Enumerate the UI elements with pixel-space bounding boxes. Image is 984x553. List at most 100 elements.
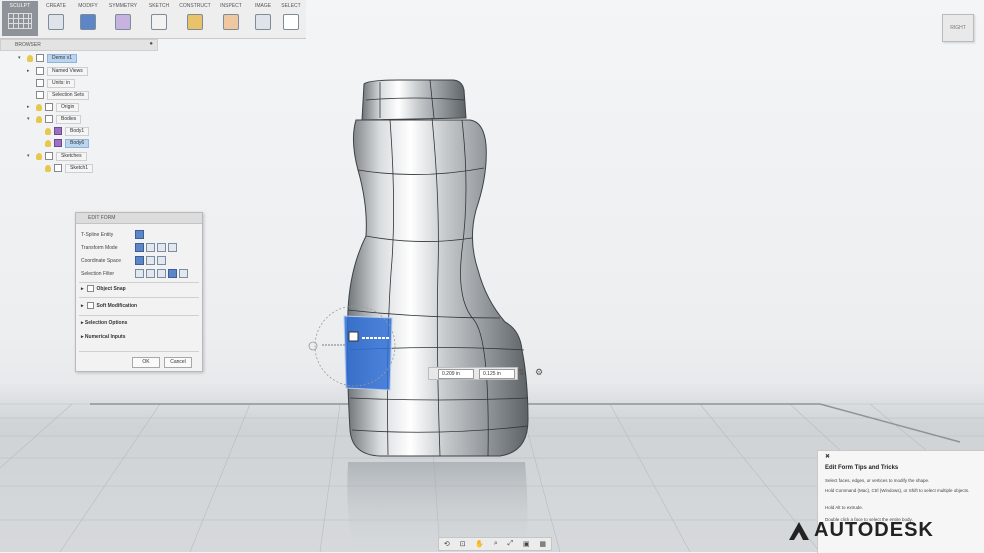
distance-input-2[interactable]: 0.125 in	[479, 369, 515, 379]
pan-icon[interactable]: ✋	[475, 540, 484, 548]
vertex-filter-icon[interactable]	[135, 269, 144, 278]
translate-icon[interactable]	[146, 243, 155, 252]
browser-title: BROWSER	[15, 42, 41, 48]
local-space-icon[interactable]	[157, 256, 166, 265]
construct-icon	[187, 14, 203, 30]
move-handle	[348, 331, 359, 342]
tree-item-named-views[interactable]: ▸ Named Views	[27, 66, 88, 76]
divider	[79, 351, 199, 352]
divider	[79, 315, 199, 316]
component-icon	[36, 54, 44, 62]
visibility-icon[interactable]	[36, 115, 42, 123]
expand-icon[interactable]: ▸	[81, 320, 84, 326]
image-menu[interactable]: IMAGE	[250, 1, 276, 36]
symmetry-menu[interactable]: SYMMETRY	[106, 1, 140, 36]
tree-item-body6[interactable]: Body6	[45, 138, 90, 148]
tspline-entity-row: T-Spline Entity	[81, 229, 146, 240]
tree-item-selection-sets[interactable]: Selection Sets	[36, 90, 89, 100]
flip-icon[interactable]: ⇅	[518, 368, 525, 377]
expand-icon[interactable]: ▸	[27, 104, 33, 110]
numerical-inputs-section[interactable]: ▸ Numerical Inputs	[81, 334, 125, 340]
fit-icon[interactable]: ⤢	[508, 540, 514, 548]
face-filter-icon[interactable]	[157, 269, 166, 278]
expand-icon[interactable]: ▸	[81, 334, 84, 340]
tree-item-body1[interactable]: Body1	[45, 126, 90, 136]
create-icon	[48, 14, 64, 30]
divider	[79, 282, 199, 283]
expand-icon[interactable]: ▾	[18, 55, 24, 61]
visibility-icon[interactable]	[45, 127, 51, 135]
tree-item-root[interactable]: ▾ Demo v1	[18, 53, 78, 63]
pin-icon[interactable]: ●	[149, 41, 153, 47]
image-icon	[255, 14, 271, 30]
display-settings-icon[interactable]: ▣	[523, 540, 530, 548]
modify-menu[interactable]: MODIFY	[72, 1, 104, 36]
inspect-menu[interactable]: INSPECT	[216, 1, 246, 36]
sketch-icon	[54, 164, 62, 172]
selection-options-section[interactable]: ▸ Selection Options	[81, 320, 127, 326]
selected-face	[343, 315, 393, 391]
scale-icon[interactable]	[168, 243, 177, 252]
ok-button[interactable]: OK	[132, 357, 160, 368]
autodesk-logo: AUTODESK	[788, 519, 934, 542]
soft-modification-section[interactable]: ▸ Soft Modification	[81, 302, 137, 309]
select-menu[interactable]: SELECT	[278, 1, 304, 36]
toolbar: SCULPT CREATE MODIFY SYMMETRY SKETCH CON…	[0, 0, 306, 39]
orbit-icon[interactable]: ⟲	[444, 540, 450, 548]
rotate-icon[interactable]	[157, 243, 166, 252]
visibility-icon[interactable]	[36, 152, 42, 160]
folder-icon	[36, 67, 44, 75]
object-snap-section[interactable]: ▸ Object Snap	[81, 285, 126, 292]
distance-input-1[interactable]: 0.209 in	[438, 369, 474, 379]
soft-modification-checkbox[interactable]	[86, 302, 94, 309]
browser-header[interactable]: BROWSER ●	[0, 39, 158, 51]
tree-item-bodies[interactable]: ▾ Bodies	[27, 114, 82, 124]
construct-menu[interactable]: CONSTRUCT	[178, 1, 212, 36]
tree-item-origin[interactable]: ▸ Origin	[27, 102, 80, 112]
view-cube[interactable]: RIGHT	[942, 14, 974, 42]
folder-icon	[45, 115, 53, 123]
expand-icon[interactable]: ▾	[27, 116, 33, 122]
sculpt-icon	[8, 13, 32, 29]
close-icon[interactable]: ✖	[825, 453, 830, 460]
cancel-button[interactable]: Cancel	[164, 357, 192, 368]
grid-settings-icon[interactable]: ▦	[539, 540, 546, 548]
expand-icon[interactable]: ▸	[81, 303, 84, 309]
dialog-title: EDIT FORM	[76, 213, 202, 224]
expand-icon[interactable]: ▸	[81, 286, 84, 292]
all-filter-icon[interactable]	[168, 269, 177, 278]
entity-select-icon[interactable]	[135, 230, 144, 239]
view-space-icon[interactable]	[146, 256, 155, 265]
tip-line: Select faces, edges, or vertices to modi…	[825, 478, 930, 483]
coordinate-space-row: Coordinate Space	[81, 255, 168, 266]
document-icon	[36, 79, 44, 87]
visibility-icon[interactable]	[27, 54, 33, 62]
look-at-icon[interactable]: ⊡	[460, 540, 466, 548]
tree-item-sketch1[interactable]: Sketch1	[45, 163, 94, 173]
transform-mode-row: Transform Mode	[81, 242, 179, 253]
workspace-switcher[interactable]: SCULPT	[2, 1, 38, 36]
create-menu[interactable]: CREATE	[42, 1, 70, 36]
navigation-bar: ⟲ ⊡ ✋ ⌕ ⤢ ▣ ▦	[438, 537, 552, 551]
tree-item-units[interactable]: Units: in	[36, 78, 76, 88]
folder-icon	[36, 91, 44, 99]
edit-form-icon	[80, 14, 96, 30]
zoom-icon[interactable]: ⌕	[494, 540, 498, 548]
sketch-menu[interactable]: SKETCH	[144, 1, 174, 36]
expand-icon[interactable]: ▾	[27, 153, 33, 159]
tree-item-sketches[interactable]: ▾ Sketches	[27, 151, 87, 161]
body-filter-icon[interactable]	[179, 269, 188, 278]
visibility-icon[interactable]	[36, 103, 42, 111]
multi-transform-icon[interactable]	[135, 243, 144, 252]
world-space-icon[interactable]	[135, 256, 144, 265]
edge-filter-icon[interactable]	[146, 269, 155, 278]
visibility-icon[interactable]	[45, 139, 51, 147]
visibility-icon[interactable]	[45, 164, 51, 172]
object-snap-checkbox[interactable]	[86, 285, 94, 292]
folder-icon	[45, 103, 53, 111]
gear-icon[interactable]: ⚙	[535, 367, 543, 378]
expand-icon[interactable]: ▸	[27, 68, 33, 74]
select-icon	[283, 14, 299, 30]
tip-line: Hold Command (Mac), Ctrl (Windows), or S…	[825, 488, 970, 493]
tips-title: Edit Form Tips and Tricks	[825, 465, 899, 471]
